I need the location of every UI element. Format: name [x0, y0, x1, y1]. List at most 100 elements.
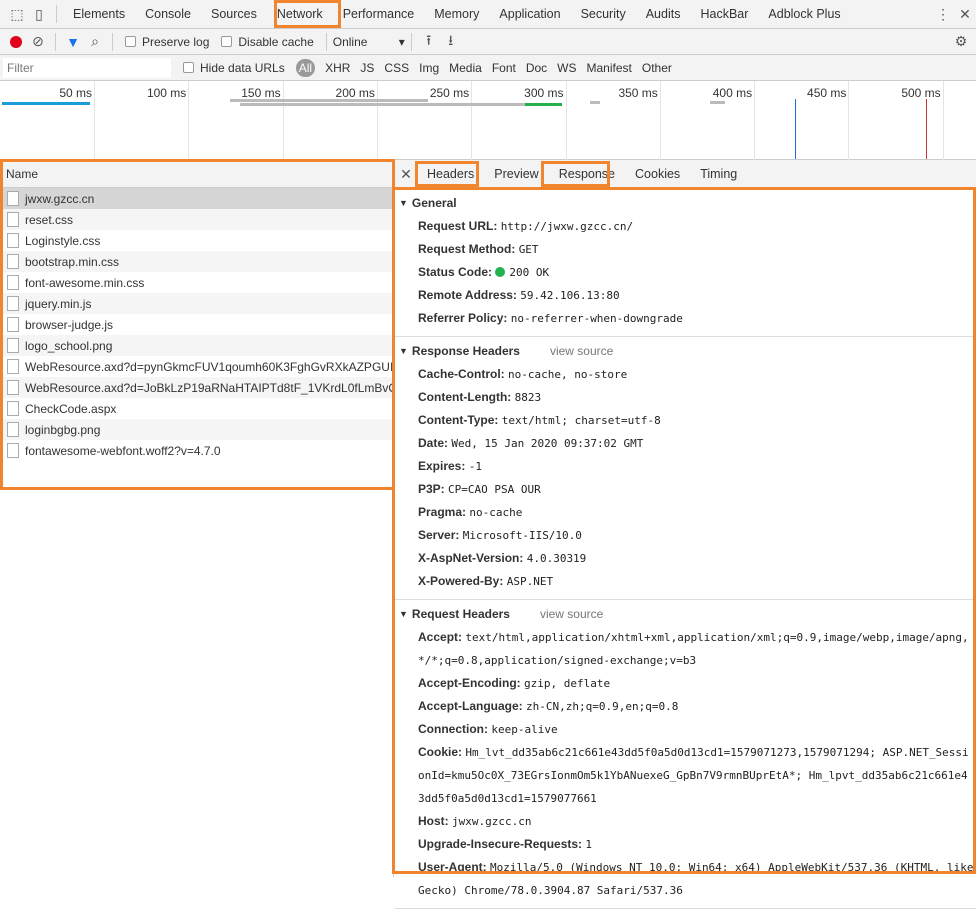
filter-type-css[interactable]: CSS	[384, 61, 409, 75]
header-name: Referrer Policy:	[418, 311, 508, 325]
filter-type-other[interactable]: Other	[642, 61, 672, 75]
throttling-select[interactable]: Online ▾	[333, 35, 405, 49]
header-row: X-Powered-By: ASP.NET	[395, 570, 976, 593]
timeline-tick-label: 150 ms	[241, 86, 281, 100]
filter-type-ws[interactable]: WS	[557, 61, 576, 75]
header-row: Accept-Language: zh-CN,zh;q=0.9,en;q=0.8	[395, 695, 976, 718]
request-row[interactable]: logo_school.png	[0, 335, 393, 356]
request-row[interactable]: font-awesome.min.css	[0, 272, 393, 293]
header-name: Pragma:	[418, 505, 467, 519]
file-icon	[7, 380, 19, 395]
timeline-gridline: 500 ms	[901, 81, 944, 160]
request-row[interactable]: fontawesome-webfont.woff2?v=4.7.0	[0, 440, 393, 461]
filter-type-manifest[interactable]: Manifest	[587, 61, 632, 75]
header-row: Server: Microsoft-IIS/10.0	[395, 524, 976, 547]
header-value: keep-alive	[491, 723, 558, 736]
request-row[interactable]: WebResource.axd?d=JoBkLzP19aRNaHTAIPTd8t…	[0, 377, 393, 398]
import-har-icon[interactable]: ⭱	[418, 30, 440, 54]
request-row[interactable]: jquery.min.js	[0, 293, 393, 314]
timeline-request-bar	[710, 101, 725, 104]
tab-elements[interactable]: Elements	[63, 0, 135, 29]
tab-adblock-plus[interactable]: Adblock Plus	[758, 0, 850, 29]
section-header[interactable]: ▼ Response Headers view source	[395, 339, 976, 363]
tab-hackbar[interactable]: HackBar	[690, 0, 758, 29]
close-icon[interactable]: ✕	[954, 6, 976, 23]
tab-application[interactable]: Application	[489, 0, 570, 29]
detail-tab-preview[interactable]: Preview	[484, 167, 548, 181]
detail-tab-response[interactable]: Response	[549, 167, 625, 181]
tab-security[interactable]: Security	[571, 0, 636, 29]
timeline-request-bar	[230, 99, 428, 102]
filter-type-xhr[interactable]: XHR	[325, 61, 350, 75]
tab-sources[interactable]: Sources	[201, 0, 267, 29]
search-icon[interactable]: ⌕	[84, 33, 106, 50]
request-row[interactable]: browser-judge.js	[0, 314, 393, 335]
request-row[interactable]: loginbgbg.png	[0, 419, 393, 440]
header-row: P3P: CP=CAO PSA OUR	[395, 478, 976, 501]
chevron-down-icon: ▾	[398, 34, 405, 49]
disable-cache-checkbox[interactable]: Disable cache	[221, 35, 314, 49]
detail-tab-cookies[interactable]: Cookies	[625, 167, 690, 181]
header-row: Upgrade-Insecure-Requests: 1	[395, 833, 976, 856]
header-value: gzip, deflate	[524, 677, 611, 690]
request-name: reset.css	[25, 212, 74, 227]
clear-icon[interactable]: ⊘	[27, 33, 49, 50]
view-source-link[interactable]: view source	[540, 607, 603, 621]
request-row[interactable]: jwxw.gzcc.cn	[0, 188, 393, 209]
header-row: Accept-Encoding: gzip, deflate	[395, 672, 976, 695]
request-row[interactable]: reset.css	[0, 209, 393, 230]
header-name: Date:	[418, 436, 449, 450]
inspect-element-icon[interactable]: ⬚	[6, 6, 28, 23]
export-har-icon[interactable]: ⭳	[440, 30, 462, 54]
filter-input[interactable]	[3, 57, 171, 78]
settings-gear-icon[interactable]: ⚙	[950, 33, 972, 50]
name-column-header[interactable]: Name	[0, 160, 393, 188]
divider	[112, 32, 113, 51]
filter-type-font[interactable]: Font	[492, 61, 516, 75]
filter-type-img[interactable]: Img	[419, 61, 439, 75]
filter-icon[interactable]: ▼	[62, 34, 84, 50]
close-details-icon[interactable]: ✕	[395, 166, 417, 183]
header-name: Accept:	[418, 630, 463, 644]
network-overview-timeline[interactable]: 50 ms 100 ms 150 ms 200 ms 250 ms 300 ms 350 m…	[0, 81, 976, 160]
header-row: Request Method: GET	[395, 238, 976, 261]
detail-tab-timing[interactable]: Timing	[690, 167, 747, 181]
tab-network[interactable]: Network	[267, 0, 333, 29]
timeline-gridline: 350 ms	[618, 81, 661, 160]
tab-console[interactable]: Console	[135, 0, 201, 29]
request-row[interactable]: WebResource.axd?d=pynGkmcFUV1qoumh60K3Fg…	[0, 356, 393, 377]
header-row: Status Code: 200 OK	[395, 261, 976, 284]
more-menu-icon[interactable]: ⋮	[932, 6, 954, 23]
request-row[interactable]: Loginstyle.css	[0, 230, 393, 251]
headers-content: ▼ General Request URL: http://jwxw.gzcc.cn…	[395, 191, 976, 909]
header-name: Accept-Encoding:	[418, 676, 521, 690]
header-row: Cookie: Hm_lvt_dd35ab6c21c661e43dd5f0a5d…	[395, 741, 976, 810]
view-source-link[interactable]: view source	[550, 344, 613, 358]
record-button[interactable]	[5, 35, 27, 48]
load-event-line	[926, 99, 927, 159]
header-name: Request URL:	[418, 219, 498, 233]
detail-tab-headers[interactable]: Headers	[417, 167, 484, 181]
timeline-gridline: 100 ms	[147, 81, 190, 160]
filter-type-doc[interactable]: Doc	[526, 61, 547, 75]
divider	[325, 32, 327, 51]
tab-memory[interactable]: Memory	[424, 0, 489, 29]
preserve-log-checkbox[interactable]: Preserve log	[125, 35, 209, 49]
tab-performance[interactable]: Performance	[333, 0, 425, 29]
tab-audits[interactable]: Audits	[636, 0, 691, 29]
section-header[interactable]: ▼ General	[395, 191, 976, 215]
request-name: font-awesome.min.css	[25, 275, 145, 290]
request-row[interactable]: CheckCode.aspx	[0, 398, 393, 419]
header-value: Wed, 15 Jan 2020 09:37:02 GMT	[451, 437, 644, 450]
filter-type-media[interactable]: Media	[449, 61, 482, 75]
filter-type-js[interactable]: JS	[360, 61, 374, 75]
file-icon	[7, 212, 19, 227]
timeline-request-bar	[240, 103, 525, 106]
device-toolbar-icon[interactable]: ▯	[28, 6, 50, 23]
filter-type-all[interactable]: All	[295, 58, 316, 77]
section-request-headers: ▼ Request Headers view source Accept: text/…	[395, 602, 976, 909]
header-value: zh-CN,zh;q=0.9,en;q=0.8	[526, 700, 679, 713]
hide-data-urls-checkbox[interactable]: Hide data URLs	[183, 61, 285, 75]
section-header[interactable]: ▼ Request Headers view source	[395, 602, 976, 626]
request-row[interactable]: bootstrap.min.css	[0, 251, 393, 272]
